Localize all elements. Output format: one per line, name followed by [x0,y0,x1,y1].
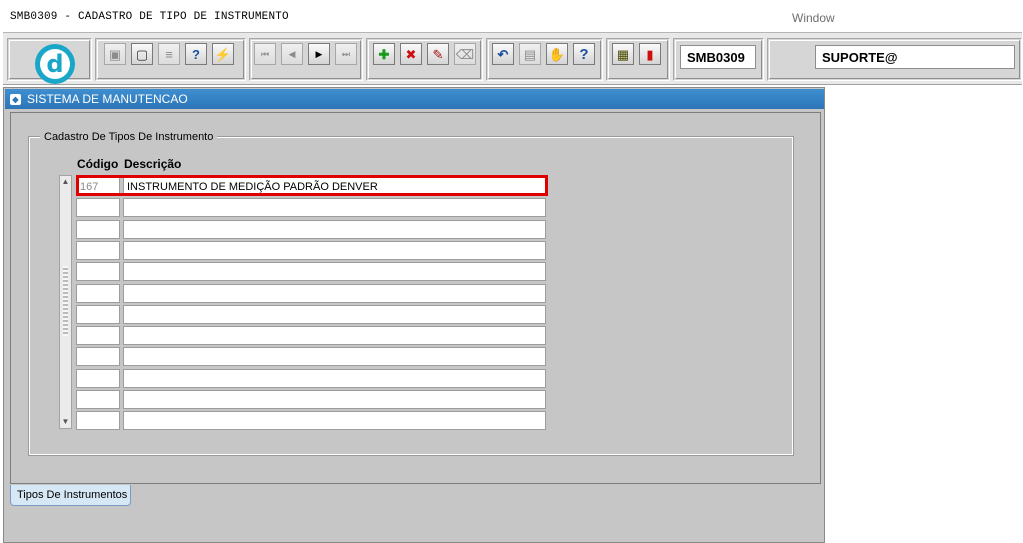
last-record-icon: ⏭ [341,48,351,59]
description-field[interactable] [123,305,546,324]
window-system-icon[interactable]: ◆ [10,94,21,105]
description-field[interactable] [123,390,546,409]
clipboard-button[interactable]: ▤ [519,43,541,65]
insert-record-icon: ✚ [378,46,390,62]
current-record-highlight [76,175,548,196]
panel-title-bar: ◆ SISTEMA DE MANUTENCAO [5,89,824,109]
code-field[interactable] [76,284,120,303]
toolbar: d ▣ ▢ ≡ ? ⚡ ⏮ ◀ ▶ ⏭ ✚ ✖ ✎ ⌫ ↶ ▤ ✋ ? ▦ ▮ … [3,32,1022,85]
description-field[interactable] [123,369,546,388]
first-record-button[interactable]: ⏮ [254,43,276,65]
previous-record-button[interactable]: ◀ [281,43,303,65]
help-icon: ? [579,45,589,63]
description-field[interactable] [123,347,546,366]
previous-record-icon: ◀ [288,48,296,59]
exit-button[interactable]: ▮ [639,43,661,65]
code-field[interactable] [76,326,120,345]
insert-record-button[interactable]: ✚ [373,43,395,65]
next-record-button[interactable]: ▶ [308,43,330,65]
next-record-icon: ▶ [315,48,323,59]
form-area: Cadastro De Tipos De Instrumento Código … [10,112,821,484]
window-menu[interactable]: Window [792,11,835,25]
clipboard-icon: ▤ [523,46,537,62]
title-bar: SMB0309 - CADASTRO DE TIPO DE INSTRUMENT… [0,0,1023,32]
delete-record-icon: ✖ [405,46,417,62]
undo-button[interactable]: ↶ [492,43,514,65]
column-header-description: Descrição [124,157,182,171]
description-field[interactable] [123,241,546,260]
print-icon: ≡ [165,46,173,62]
print-preview-icon: ▢ [135,46,149,62]
code-field[interactable] [76,390,120,409]
first-record-icon: ⏮ [260,48,270,59]
tools-icon: ✋ [548,46,566,62]
description-field[interactable] [123,284,546,303]
save-icon: ▣ [108,46,122,62]
delete-record-button[interactable]: ✖ [400,43,422,65]
code-field[interactable] [76,347,120,366]
code-field[interactable] [76,198,120,217]
description-field[interactable] [123,411,546,430]
code-field[interactable] [76,411,120,430]
clear-icon: ⌫ [455,46,475,62]
last-record-button[interactable]: ⏭ [335,43,357,65]
code-field[interactable] [76,369,120,388]
help-button[interactable]: ? [573,43,595,65]
code-field[interactable] [76,305,120,324]
tab-strip: Tipos De Instrumentos [10,485,821,507]
description-field[interactable] [123,198,546,217]
save-button[interactable]: ▣ [104,43,126,65]
undo-icon: ↶ [497,46,509,62]
scroll-grip[interactable] [63,266,68,336]
description-field[interactable] [123,326,546,345]
tab-tipos-de-instrumentos[interactable]: Tipos De Instrumentos [10,485,131,506]
app-logo: d [35,44,75,84]
records-scrollbar[interactable]: ▲ ▼ [59,175,72,429]
print-preview-button[interactable]: ▢ [131,43,153,65]
scroll-down-icon[interactable]: ▼ [60,416,71,428]
clear-button[interactable]: ⌫ [454,43,476,65]
main-window: ◆ SISTEMA DE MANUTENCAO Cadastro De Tipo… [3,87,825,543]
code-field[interactable] [76,241,120,260]
description-field[interactable] [123,262,546,281]
edit-record-icon: ✎ [432,46,444,62]
scroll-up-icon[interactable]: ▲ [60,176,71,188]
print-button[interactable]: ≡ [158,43,180,65]
program-code-field: SMB0309 [680,45,756,69]
execute-query-button[interactable]: ⚡ [212,43,234,65]
menu-button[interactable]: ▦ [612,43,634,65]
panel-title: SISTEMA DE MANUTENCAO [27,92,188,106]
user-field: SUPORTE@ [815,45,1015,69]
column-header-code: Código [77,157,119,171]
query-help-button[interactable]: ? [185,43,207,65]
logo-group: d [7,38,92,84]
query-help-icon: ? [192,46,200,62]
menu-icon: ▦ [616,46,630,62]
execute-query-icon: ⚡ [214,46,232,62]
app-logo-letter: d [40,49,70,79]
window-title: SMB0309 - CADASTRO DE TIPO DE INSTRUMENT… [10,11,289,23]
group-label: Cadastro De Tipos De Instrumento [40,131,218,143]
exit-icon: ▮ [646,46,654,62]
edit-record-button[interactable]: ✎ [427,43,449,65]
description-field[interactable] [123,220,546,239]
code-field[interactable] [76,262,120,281]
tools-button[interactable]: ✋ [546,43,568,65]
code-field[interactable] [76,220,120,239]
